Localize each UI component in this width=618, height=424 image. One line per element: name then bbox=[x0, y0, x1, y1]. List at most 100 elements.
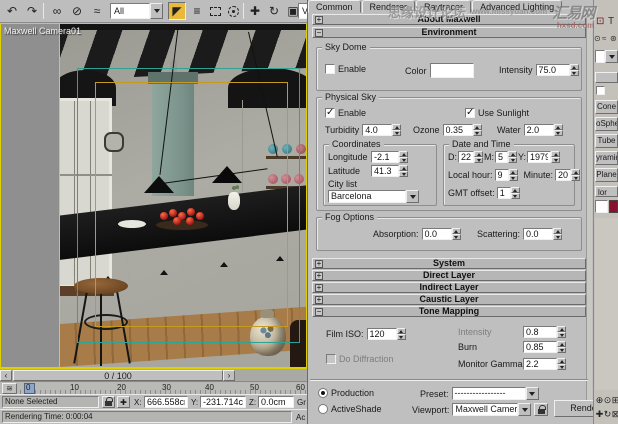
viewport-lock-button[interactable] bbox=[534, 403, 549, 416]
spinner-arrows[interactable] bbox=[557, 358, 566, 370]
text-tool-icon[interactable]: T bbox=[608, 16, 614, 27]
redo-icon[interactable]: ↷ bbox=[23, 2, 41, 20]
rollout-environment[interactable]: − Environment bbox=[312, 27, 586, 38]
object-category-dropdown[interactable] bbox=[595, 50, 618, 63]
geosphere-button[interactable]: oSphere bbox=[595, 117, 618, 131]
selection-lock-button[interactable] bbox=[102, 396, 115, 408]
spinner-arrows[interactable] bbox=[557, 326, 566, 338]
day-field[interactable] bbox=[458, 151, 474, 163]
select-object-button[interactable]: ◤ bbox=[168, 2, 186, 20]
preset-dropdown[interactable]: ----------------- bbox=[451, 387, 539, 400]
expand-icon[interactable]: + bbox=[315, 296, 323, 304]
longitude-field[interactable] bbox=[371, 151, 399, 163]
viewport-camera-label[interactable]: Maxwell Camera01 bbox=[4, 26, 81, 36]
tab-common[interactable]: Common bbox=[308, 0, 361, 13]
window-crossing-icon[interactable] bbox=[224, 2, 242, 20]
ozone-field[interactable] bbox=[442, 124, 473, 136]
dropdown-arrow-icon[interactable] bbox=[605, 50, 618, 63]
object-name-field-partial[interactable] bbox=[595, 200, 608, 213]
tab-renderer[interactable]: Renderer bbox=[361, 0, 416, 13]
bind-to-spacewarp-icon[interactable]: ≈ bbox=[88, 2, 106, 20]
spinner-arrows[interactable] bbox=[551, 151, 561, 163]
use-sunlight-checkbox[interactable] bbox=[465, 107, 475, 118]
z-coord-field[interactable] bbox=[258, 396, 294, 408]
spinner-arrows[interactable] bbox=[508, 169, 518, 181]
rollout-about-maxwell[interactable]: + About Maxwell bbox=[312, 14, 586, 25]
selection-filter-dropdown[interactable]: All bbox=[110, 3, 163, 19]
object-color-swatch[interactable] bbox=[609, 200, 618, 213]
sky-dome-color-swatch[interactable] bbox=[429, 63, 474, 78]
spinner-arrows[interactable] bbox=[557, 341, 566, 353]
spinner-arrows[interactable] bbox=[569, 64, 579, 76]
activeshade-radio[interactable] bbox=[318, 404, 328, 414]
track-bar[interactable]: ≋ 0 10 20 30 40 50 60 bbox=[0, 381, 307, 394]
year-field[interactable] bbox=[527, 151, 552, 163]
expand-icon[interactable]: + bbox=[315, 260, 323, 268]
expand-icon[interactable]: + bbox=[315, 272, 323, 280]
mini-curve-editor-button[interactable]: ≋ bbox=[2, 383, 17, 394]
camera-viewport[interactable]: Maxwell Camera01 bbox=[0, 23, 307, 368]
pyramid-button[interactable]: yramid bbox=[595, 151, 618, 165]
undo-icon[interactable]: ↶ bbox=[3, 2, 21, 20]
viewport-dropdown[interactable]: Maxwell Camera bbox=[452, 403, 532, 416]
physical-sky-enable-checkbox[interactable] bbox=[325, 107, 335, 118]
tab-advanced-lighting[interactable]: Advanced Lighting bbox=[472, 0, 563, 13]
select-and-move-icon[interactable]: ✚ bbox=[246, 2, 264, 20]
spinner-arrows[interactable] bbox=[472, 124, 482, 136]
name-color-rollout-partial[interactable]: lor bbox=[595, 186, 618, 197]
latitude-field[interactable] bbox=[371, 165, 399, 177]
select-and-link-icon[interactable]: ∞ bbox=[48, 2, 66, 20]
cone-button[interactable]: Cone bbox=[595, 100, 618, 114]
panel-icon-3[interactable]: ⊛ bbox=[610, 34, 617, 43]
tab-raytracer[interactable]: Raytracer bbox=[416, 0, 472, 13]
select-by-name-icon[interactable]: ≡ bbox=[188, 2, 206, 20]
month-field[interactable] bbox=[495, 151, 508, 163]
selection-filter-value[interactable]: All bbox=[110, 3, 150, 19]
spinner-arrows[interactable] bbox=[474, 151, 483, 163]
previous-frame-button[interactable]: ‹ bbox=[0, 370, 12, 381]
collapse-icon[interactable]: − bbox=[315, 29, 323, 37]
dropdown-arrow-icon[interactable] bbox=[525, 387, 539, 400]
film-iso-field[interactable] bbox=[366, 328, 397, 340]
rollout-caustic-layer[interactable]: + Caustic Layer bbox=[312, 294, 586, 305]
turbidity-field[interactable] bbox=[362, 124, 393, 136]
spinner-arrows[interactable] bbox=[571, 169, 581, 181]
burn-field[interactable] bbox=[523, 341, 557, 353]
dropdown-arrow-icon[interactable] bbox=[150, 3, 163, 19]
collapse-icon[interactable]: − bbox=[315, 308, 323, 316]
autogrid-checkbox-partial[interactable] bbox=[596, 86, 605, 95]
plane-button[interactable]: Plane bbox=[595, 168, 618, 182]
scattering-field[interactable] bbox=[523, 228, 554, 240]
rollout-system[interactable]: + System bbox=[312, 258, 586, 269]
x-coord-field[interactable] bbox=[144, 396, 188, 408]
tm-intensity-field[interactable] bbox=[523, 326, 557, 338]
object-type-rollout-partial[interactable] bbox=[595, 72, 618, 83]
minute-field[interactable] bbox=[555, 169, 572, 181]
select-and-rotate-icon[interactable]: ↻ bbox=[265, 2, 283, 20]
maximize-viewport-icon[interactable]: ⊠ bbox=[610, 409, 618, 420]
water-field[interactable] bbox=[523, 124, 554, 136]
gmt-offset-field[interactable] bbox=[496, 187, 511, 199]
y-coord-field[interactable] bbox=[200, 396, 246, 408]
spinner-arrows[interactable] bbox=[553, 228, 563, 240]
city-dropdown[interactable]: Barcelona bbox=[328, 190, 419, 203]
spinner-arrows[interactable] bbox=[508, 151, 517, 163]
monitor-gamma-field[interactable] bbox=[523, 358, 557, 370]
viewport-value[interactable]: Maxwell Camera bbox=[452, 403, 519, 416]
dropdown-arrow-icon[interactable] bbox=[518, 403, 532, 416]
rollout-tone-mapping[interactable]: − Tone Mapping bbox=[312, 306, 586, 317]
zoom-extents-icon[interactable]: ⊞ bbox=[610, 395, 618, 406]
do-diffraction-checkbox[interactable] bbox=[326, 354, 336, 364]
spinner-arrows[interactable] bbox=[451, 228, 461, 240]
spinner-arrows[interactable] bbox=[510, 187, 520, 199]
panel-icon-2[interactable]: ≈ bbox=[602, 34, 606, 43]
time-slider[interactable]: ‹ 0 / 100 › bbox=[0, 368, 307, 381]
time-slider-handle[interactable]: 0 / 100 bbox=[13, 370, 223, 381]
spinner-arrows[interactable] bbox=[553, 124, 563, 136]
next-frame-button[interactable]: › bbox=[223, 370, 235, 381]
absorption-field[interactable] bbox=[421, 228, 452, 240]
absolute-mode-button[interactable]: ✚ bbox=[117, 396, 130, 408]
city-value[interactable]: Barcelona bbox=[328, 190, 406, 203]
dialog-scrollbar[interactable] bbox=[586, 14, 592, 410]
preset-value[interactable]: ----------------- bbox=[451, 387, 526, 400]
